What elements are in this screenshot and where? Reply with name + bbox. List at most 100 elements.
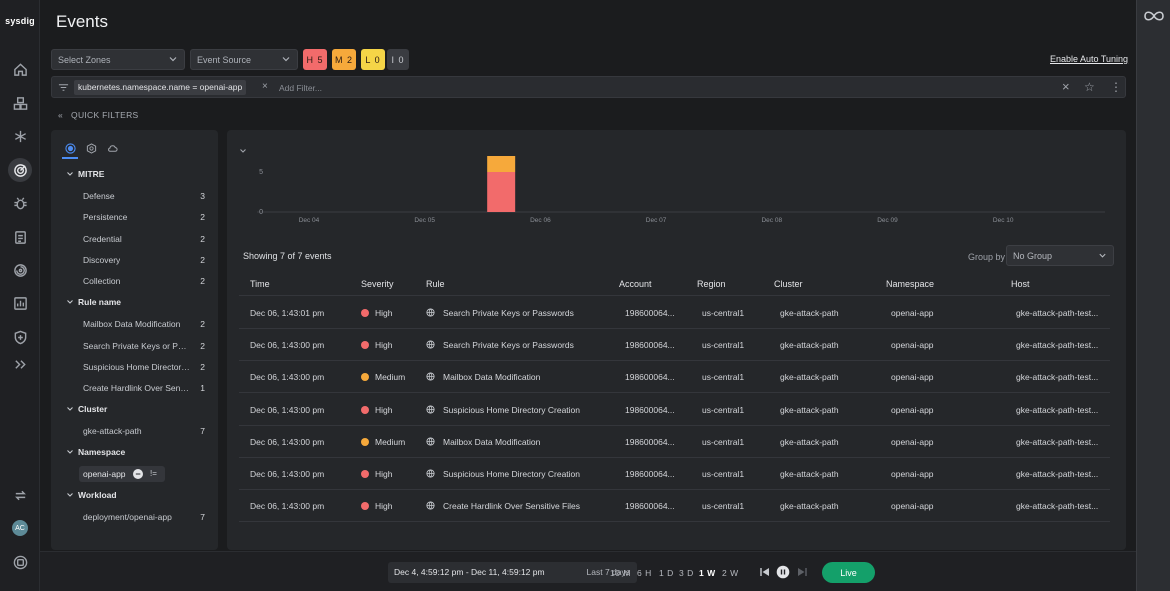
reports-icon[interactable] <box>8 225 32 249</box>
analytics-icon[interactable] <box>8 291 32 315</box>
integrations-icon[interactable] <box>8 124 32 148</box>
column-header-region[interactable]: Region <box>697 279 726 289</box>
severity-medium-badge[interactable]: M 2 <box>332 49 356 70</box>
namespace-filter-pill[interactable]: openai-app − != <box>79 466 165 482</box>
tab-kubernetes[interactable] <box>63 141 77 155</box>
list-item[interactable]: gke-attack-path 7 <box>83 426 205 436</box>
policies-icon[interactable] <box>8 325 32 349</box>
avatar[interactable]: AC <box>12 520 28 536</box>
infinity-icon[interactable] <box>1143 9 1165 23</box>
skip-forward-icon[interactable] <box>795 565 809 579</box>
bar-segment[interactable] <box>487 172 516 212</box>
x-tick-label: Dec 06 <box>530 217 551 224</box>
range-button-10m[interactable]: 10 M <box>610 568 631 578</box>
cell-region-text: us-central1 <box>702 372 745 383</box>
table-row[interactable]: Dec 06, 1:43:00 pm High Search Private Key… <box>239 329 1110 362</box>
events-count: Showing 7 of 7 events <box>243 251 332 261</box>
cell-namespace: openai-app <box>891 372 934 382</box>
list-item[interactable]: Collection 2 <box>83 276 205 286</box>
column-header-time[interactable]: Time <box>250 279 270 289</box>
list-item[interactable]: Persistence 2 <box>83 212 205 222</box>
help-icon[interactable] <box>8 550 32 574</box>
exclude-minus-icon[interactable]: − <box>133 469 143 479</box>
chevron-down-icon[interactable] <box>66 298 74 306</box>
list-item[interactable]: Defense 3 <box>83 191 205 201</box>
inventory-icon[interactable] <box>8 91 32 115</box>
severity-info-badge[interactable]: I 0 <box>387 49 409 70</box>
column-header-namespace[interactable]: Namespace <box>886 279 934 289</box>
range-button-1w[interactable]: 1 W <box>699 568 716 578</box>
add-filter-input[interactable]: Add Filter... <box>279 83 322 93</box>
table-row[interactable]: Dec 06, 1:43:00 pm High Suspicious Home Di… <box>239 458 1110 490</box>
live-button[interactable]: Live <box>822 562 875 583</box>
x-tick-label: Dec 08 <box>761 217 782 224</box>
cell-rule-text: Create Hardlink Over Sensitive Files <box>443 501 580 512</box>
group-rule-name[interactable]: Rule name <box>78 297 121 307</box>
cell-account: 198600064... <box>625 372 675 382</box>
range-button-2w[interactable]: 2 W <box>722 568 739 578</box>
column-header-rule[interactable]: Rule <box>426 279 445 289</box>
cell-namespace-text: openai-app <box>891 501 934 512</box>
event-source-select[interactable]: Event Source <box>190 49 298 70</box>
table-row[interactable]: Dec 06, 1:43:00 pm High Create Hardlink Ov… <box>239 490 1110 523</box>
expand-icon[interactable] <box>8 352 32 376</box>
column-header-cluster[interactable]: Cluster <box>774 279 803 289</box>
threats-icon[interactable] <box>8 158 32 182</box>
clear-filter-icon[interactable]: × <box>1062 79 1070 94</box>
remove-filter-chip-icon[interactable]: × <box>262 81 268 92</box>
range-button-6h[interactable]: 6 H <box>637 568 652 578</box>
severity-high-badge[interactable]: H 5 <box>303 49 327 70</box>
chevron-down-icon[interactable] <box>66 170 74 178</box>
skip-back-icon[interactable] <box>758 565 772 579</box>
group-namespace[interactable]: Namespace <box>78 447 125 457</box>
list-item[interactable]: Create Hardlink Over Sensitive Files 1 <box>83 383 205 393</box>
bar-segment[interactable] <box>487 156 516 172</box>
quick-filters-toggle[interactable]: « QUICK FILTERS <box>58 110 139 120</box>
filter-chip[interactable]: kubernetes.namespace.name = openai-app <box>74 80 247 95</box>
group-cluster[interactable]: Cluster <box>78 404 107 414</box>
chevron-down-icon[interactable] <box>66 491 74 499</box>
cell-host-text: gke-attack-path-test... <box>1016 404 1099 415</box>
collapse-icon: « <box>58 110 64 120</box>
active-tab-indicator <box>62 157 78 159</box>
not-equal-toggle[interactable]: != <box>150 469 157 478</box>
table-row[interactable]: Dec 06, 1:43:00 pm Medium Mailbox Data Mod… <box>239 361 1110 394</box>
group-mitre[interactable]: MITRE <box>78 169 104 179</box>
column-header-severity[interactable]: Severity <box>361 279 394 289</box>
range-button-3d[interactable]: 3 D <box>679 568 694 578</box>
more-options-icon[interactable]: ⋮ <box>1110 80 1122 94</box>
filter-icon[interactable] <box>58 82 69 93</box>
pause-icon[interactable] <box>776 565 790 579</box>
table-row[interactable]: Dec 06, 1:43:00 pm High Suspicious Home Di… <box>239 394 1110 426</box>
list-item[interactable]: deployment/openai-app 7 <box>83 512 205 522</box>
star-icon[interactable]: ☆ <box>1084 80 1095 94</box>
sync-icon[interactable] <box>8 483 32 507</box>
chevron-down-icon[interactable] <box>66 405 74 413</box>
list-item[interactable]: Discovery 2 <box>83 255 205 265</box>
tab-cloud[interactable] <box>105 141 119 155</box>
range-button-1d[interactable]: 1 D <box>659 568 674 578</box>
group-workload[interactable]: Workload <box>78 490 117 500</box>
tab-hosts[interactable] <box>84 141 98 155</box>
sysdig-logo[interactable]: sysdig <box>0 16 40 26</box>
list-item[interactable]: Suspicious Home Directory Creation 2 <box>83 362 205 372</box>
table-row[interactable]: Dec 06, 1:43:00 pm Medium Mailbox Data Mod… <box>239 426 1110 458</box>
list-item-label: Defense <box>83 191 115 201</box>
column-header-host[interactable]: Host <box>1011 279 1030 289</box>
home-icon[interactable] <box>8 57 32 81</box>
severity-low-badge[interactable]: L 0 <box>361 49 385 70</box>
list-item[interactable]: Search Private Keys or Passwords 2 <box>83 341 205 351</box>
cell-rule-text: Suspicious Home Directory Creation <box>443 404 580 415</box>
vulnerabilities-icon[interactable] <box>8 191 32 215</box>
list-item[interactable]: Mailbox Data Modification 2 <box>83 319 205 329</box>
group-by-select[interactable]: No Group <box>1006 245 1114 266</box>
date-range-picker[interactable]: Dec 4, 4:59:12 pm - Dec 11, 4:59:12 pm L… <box>388 562 637 583</box>
posture-icon[interactable] <box>8 258 32 282</box>
zones-select[interactable]: Select Zones <box>51 49 185 70</box>
cell-severity-text: Medium <box>375 372 406 383</box>
table-row[interactable]: Dec 06, 1:43:01 pm High Search Private Key… <box>239 297 1110 329</box>
enable-auto-tuning-link[interactable]: Enable Auto Tuning <box>1050 54 1128 64</box>
chevron-down-icon[interactable] <box>66 448 74 456</box>
column-header-account[interactable]: Account <box>619 279 652 289</box>
list-item[interactable]: Credential 2 <box>83 234 205 244</box>
